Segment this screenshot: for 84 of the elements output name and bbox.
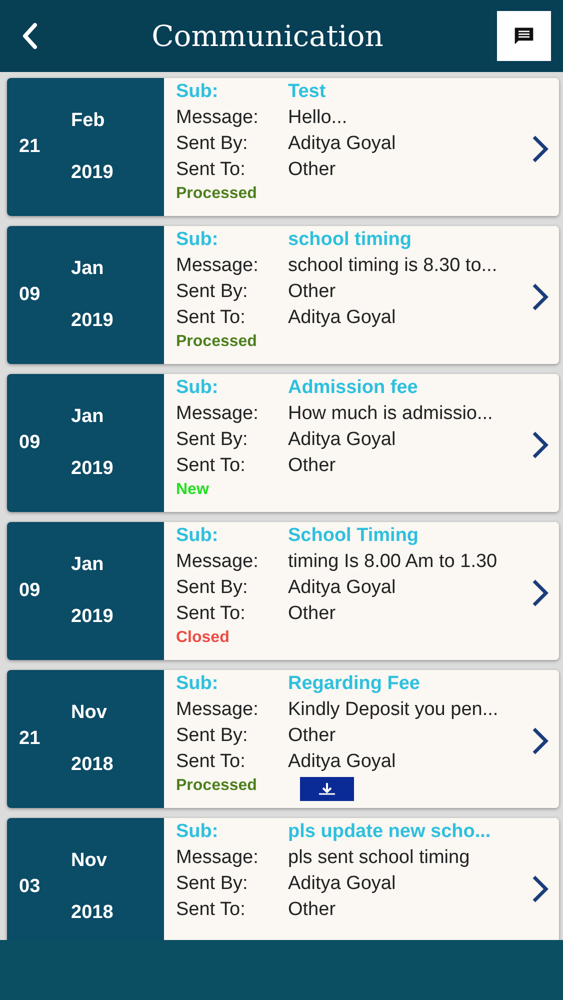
back-icon <box>22 23 38 49</box>
message-text: pls sent school timing <box>288 847 471 869</box>
recipient-label: Sent To: <box>176 455 246 477</box>
date-day: 09 <box>7 284 71 306</box>
status-label: Processed <box>176 333 258 351</box>
date-month: Jan <box>71 406 105 428</box>
message-text: school timing is 8.30 to... <box>288 255 498 277</box>
sender-label: Sent By: <box>176 873 249 895</box>
recipient-label: Sent To: <box>176 307 246 329</box>
date-day: 03 <box>7 876 71 898</box>
date-day: 21 <box>7 728 71 750</box>
recipient-text: Other <box>288 899 337 921</box>
recipient-text: Aditya Goyal <box>288 307 397 329</box>
message-label: Message: <box>176 107 260 129</box>
status-label: Processed <box>176 185 258 203</box>
date-year: 2018 <box>71 754 114 776</box>
sender-label: Sent By: <box>176 577 249 599</box>
subject-label: Sub: <box>176 81 220 103</box>
download-button[interactable] <box>300 777 354 801</box>
message-label: Message: <box>176 847 260 869</box>
message-label: Message: <box>176 551 260 573</box>
page-title: Communication <box>152 19 384 53</box>
subject-label: Sub: <box>176 229 220 251</box>
subject-label: Sub: <box>176 377 220 399</box>
message-icon <box>513 25 535 47</box>
subject-text: Admission fee <box>288 377 419 399</box>
sender-label: Sent By: <box>176 429 249 451</box>
subject-text: pls update new scho... <box>288 821 492 843</box>
status-label: Processed <box>176 777 258 796</box>
chevron-right-icon[interactable] <box>531 578 549 608</box>
message-label: Message: <box>176 403 260 425</box>
date-month: Jan <box>71 554 105 576</box>
subject-text: School Timing <box>288 525 420 547</box>
message-text: timing Is 8.00 Am to 1.30 <box>288 551 498 573</box>
sender-text: Aditya Goyal <box>288 429 397 451</box>
subject-text: Regarding Fee <box>288 673 421 695</box>
subject-text: Test <box>288 81 327 103</box>
message-label: Message: <box>176 255 260 277</box>
sender-label: Sent By: <box>176 281 249 303</box>
sender-label: Sent By: <box>176 725 249 747</box>
subject-label: Sub: <box>176 525 220 547</box>
date-year: 2018 <box>71 902 114 924</box>
recipient-text: Aditya Goyal <box>288 751 397 773</box>
date-month: Feb <box>71 110 106 132</box>
recipient-label: Sent To: <box>176 159 246 181</box>
sender-text: Aditya Goyal <box>288 577 397 599</box>
date-month: Nov <box>71 702 108 724</box>
sender-text: Aditya Goyal <box>288 873 397 895</box>
date-month: Jan <box>71 258 105 280</box>
date-year: 2019 <box>71 606 114 628</box>
recipient-text: Other <box>288 603 337 625</box>
recipient-label: Sent To: <box>176 751 246 773</box>
chevron-right-icon[interactable] <box>531 282 549 312</box>
chevron-right-icon[interactable] <box>531 134 549 164</box>
date-day: 09 <box>7 580 71 602</box>
chevron-right-icon[interactable] <box>531 874 549 904</box>
subject-label: Sub: <box>176 673 220 695</box>
recipient-text: Other <box>288 455 337 477</box>
date-day: 21 <box>7 136 71 158</box>
sender-text: Other <box>288 281 337 303</box>
recipient-label: Sent To: <box>176 899 246 921</box>
date-day: 09 <box>7 432 71 454</box>
recipient-text: Other <box>288 159 337 181</box>
message-text: How much is admissio... <box>288 403 494 425</box>
status-label: Closed <box>176 629 230 647</box>
message-text: Hello... <box>288 107 348 129</box>
date-month: Nov <box>71 850 108 872</box>
status-label: New <box>176 481 210 499</box>
recipient-label: Sent To: <box>176 603 246 625</box>
subject-text: school timing <box>288 229 412 251</box>
sender-text: Other <box>288 725 337 747</box>
message-text: Kindly Deposit you pen... <box>288 699 500 721</box>
subject-label: Sub: <box>176 821 220 843</box>
download-icon <box>318 782 336 796</box>
chevron-right-icon[interactable] <box>531 430 549 460</box>
sender-label: Sent By: <box>176 133 249 155</box>
compose-button[interactable] <box>497 11 551 61</box>
back-button[interactable] <box>22 23 38 49</box>
date-year: 2019 <box>71 310 114 332</box>
date-year: 2019 <box>71 162 114 184</box>
message-label: Message: <box>176 699 260 721</box>
sender-text: Aditya Goyal <box>288 133 397 155</box>
chevron-right-icon[interactable] <box>531 726 549 756</box>
date-year: 2019 <box>71 458 114 480</box>
